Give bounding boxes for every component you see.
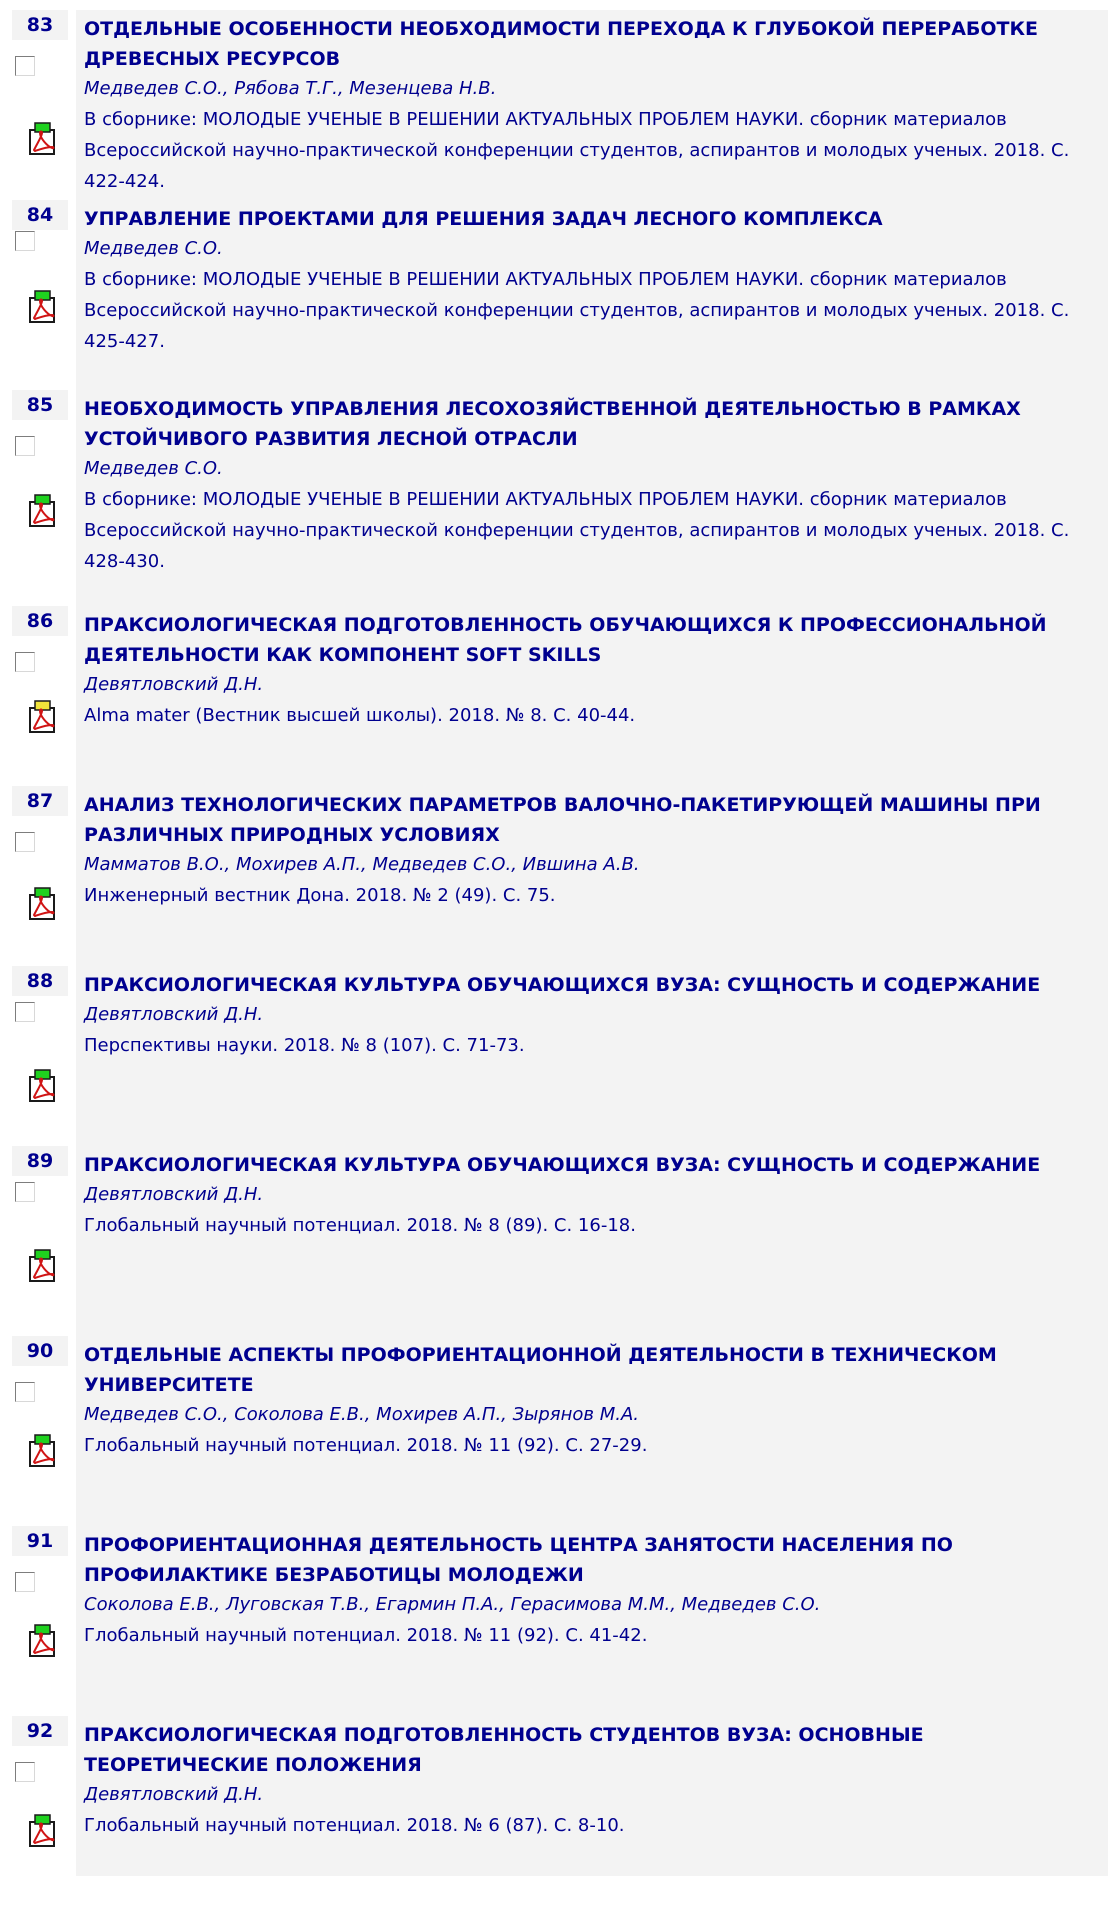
select-checkbox[interactable] [15, 652, 35, 672]
publication-entry: 83 ОТДЕЛЬНЫЕ ОСОБЕННОСТИ НЕОБХОДИМОСТИ П… [12, 10, 1108, 200]
publication-entry: 90 ОТДЕЛЬНЫЕ АСПЕКТЫ ПРОФОРИЕНТАЦИОННОЙ … [12, 1336, 1108, 1526]
entry-content: ПРАКСИОЛОГИЧЕСКАЯ КУЛЬТУРА ОБУЧАЮЩИХСЯ В… [76, 1146, 1108, 1336]
entry-controls: 87 [12, 786, 76, 966]
entry-number: 90 [12, 1336, 68, 1366]
entry-content: УПРАВЛЕНИЕ ПРОЕКТАМИ ДЛЯ РЕШЕНИЯ ЗАДАЧ Л… [76, 200, 1108, 390]
entry-number: 84 [12, 200, 68, 230]
select-checkbox[interactable] [15, 231, 35, 251]
entry-number: 92 [12, 1716, 68, 1746]
publication-entry: 88 ПРАКСИОЛОГИЧЕСКАЯ КУЛЬТУРА ОБУЧАЮЩИХС… [12, 966, 1108, 1146]
entry-number: 86 [12, 606, 68, 636]
publication-entry: 86 ПРАКСИОЛОГИЧЕСКАЯ ПОДГОТОВЛЕННОСТЬ ОБ… [12, 606, 1108, 786]
publication-entry: 89 ПРАКСИОЛОГИЧЕСКАЯ КУЛЬТУРА ОБУЧАЮЩИХС… [12, 1146, 1108, 1336]
select-checkbox[interactable] [15, 1572, 35, 1592]
pdf-icon[interactable] [28, 1069, 58, 1103]
publication-authors: Девятловский Д.Н. [84, 1784, 264, 1805]
publication-title[interactable]: ОТДЕЛЬНЫЕ ОСОБЕННОСТИ НЕОБХОДИМОСТИ ПЕРЕ… [84, 14, 1100, 74]
publication-title[interactable]: ПРАКСИОЛОГИЧЕСКАЯ КУЛЬТУРА ОБУЧАЮЩИХСЯ В… [84, 970, 1100, 1000]
publication-source: В сборнике: МОЛОДЫЕ УЧЕНЫЕ В РЕШЕНИИ АКТ… [84, 109, 1070, 192]
publication-authors: Соколова Е.В., Луговская Т.В., Егармин П… [84, 1594, 821, 1615]
publication-entry: 91 ПРОФОРИЕНТАЦИОННАЯ ДЕЯТЕЛЬНОСТЬ ЦЕНТР… [12, 1526, 1108, 1716]
pdf-icon[interactable] [28, 887, 58, 921]
select-checkbox[interactable] [15, 1382, 35, 1402]
publication-authors: Девятловский Д.Н. [84, 1184, 264, 1205]
publication-entry: 87 АНАЛИЗ ТЕХНОЛОГИЧЕСКИХ ПАРАМЕТРОВ ВАЛ… [12, 786, 1108, 966]
publication-source: Глобальный научный потенциал. 2018. № 8 … [84, 1215, 636, 1236]
entry-content: ПРАКСИОЛОГИЧЕСКАЯ КУЛЬТУРА ОБУЧАЮЩИХСЯ В… [76, 966, 1108, 1146]
select-checkbox[interactable] [15, 1002, 35, 1022]
pdf-icon[interactable] [28, 1434, 58, 1468]
entry-content: ОТДЕЛЬНЫЕ ОСОБЕННОСТИ НЕОБХОДИМОСТИ ПЕРЕ… [76, 10, 1108, 200]
entry-number: 83 [12, 10, 68, 40]
pdf-icon[interactable] [28, 290, 58, 324]
publication-authors: Девятловский Д.Н. [84, 1004, 264, 1025]
publication-title[interactable]: ПРАКСИОЛОГИЧЕСКАЯ ПОДГОТОВЛЕННОСТЬ ОБУЧА… [84, 610, 1100, 670]
select-checkbox[interactable] [15, 1762, 35, 1782]
publication-source: Инженерный вестник Дона. 2018. № 2 (49).… [84, 885, 556, 906]
publication-entry: 92 ПРАКСИОЛОГИЧЕСКАЯ ПОДГОТОВЛЕННОСТЬ СТ… [12, 1716, 1108, 1876]
publication-authors: Мамматов В.О., Мохирев А.П., Медведев С.… [84, 854, 640, 875]
entry-content: ПРАКСИОЛОГИЧЕСКАЯ ПОДГОТОВЛЕННОСТЬ ОБУЧА… [76, 606, 1108, 786]
entry-controls: 88 [12, 966, 76, 1146]
publication-title[interactable]: НЕОБХОДИМОСТЬ УПРАВЛЕНИЯ ЛЕСОХОЗЯЙСТВЕНН… [84, 394, 1100, 454]
pdf-icon[interactable] [28, 1624, 58, 1658]
publication-title[interactable]: ПРАКСИОЛОГИЧЕСКАЯ КУЛЬТУРА ОБУЧАЮЩИХСЯ В… [84, 1150, 1100, 1180]
entry-number: 88 [12, 966, 68, 996]
publication-source: Глобальный научный потенциал. 2018. № 6 … [84, 1815, 625, 1836]
publication-title[interactable]: ПРАКСИОЛОГИЧЕСКАЯ ПОДГОТОВЛЕННОСТЬ СТУДЕ… [84, 1720, 1100, 1780]
entry-controls: 89 [12, 1146, 76, 1336]
entry-number: 91 [12, 1526, 68, 1556]
publication-title[interactable]: АНАЛИЗ ТЕХНОЛОГИЧЕСКИХ ПАРАМЕТРОВ ВАЛОЧН… [84, 790, 1100, 850]
publication-title[interactable]: ПРОФОРИЕНТАЦИОННАЯ ДЕЯТЕЛЬНОСТЬ ЦЕНТРА З… [84, 1530, 1100, 1590]
publication-authors: Медведев С.О., Соколова Е.В., Мохирев А.… [84, 1404, 640, 1425]
entry-controls: 91 [12, 1526, 76, 1716]
publication-source: Перспективы науки. 2018. № 8 (107). С. 7… [84, 1035, 525, 1056]
publication-entry: 85 НЕОБХОДИМОСТЬ УПРАВЛЕНИЯ ЛЕСОХОЗЯЙСТВ… [12, 390, 1108, 606]
pdf-icon[interactable] [28, 1814, 58, 1848]
entry-controls: 85 [12, 390, 76, 606]
entry-content: НЕОБХОДИМОСТЬ УПРАВЛЕНИЯ ЛЕСОХОЗЯЙСТВЕНН… [76, 390, 1108, 606]
publication-title[interactable]: УПРАВЛЕНИЕ ПРОЕКТАМИ ДЛЯ РЕШЕНИЯ ЗАДАЧ Л… [84, 204, 1100, 234]
entry-number: 87 [12, 786, 68, 816]
select-checkbox[interactable] [15, 832, 35, 852]
publication-authors: Девятловский Д.Н. [84, 674, 264, 695]
entry-content: ОТДЕЛЬНЫЕ АСПЕКТЫ ПРОФОРИЕНТАЦИОННОЙ ДЕЯ… [76, 1336, 1108, 1526]
publication-source: В сборнике: МОЛОДЫЕ УЧЕНЫЕ В РЕШЕНИИ АКТ… [84, 489, 1070, 572]
entry-content: ПРАКСИОЛОГИЧЕСКАЯ ПОДГОТОВЛЕННОСТЬ СТУДЕ… [76, 1716, 1108, 1876]
entry-content: ПРОФОРИЕНТАЦИОННАЯ ДЕЯТЕЛЬНОСТЬ ЦЕНТРА З… [76, 1526, 1108, 1716]
publication-authors: Медведев С.О., Рябова Т.Г., Мезенцева Н.… [84, 78, 497, 99]
entry-number: 89 [12, 1146, 68, 1176]
pdf-icon[interactable] [28, 700, 58, 734]
publication-authors: Медведев С.О. [84, 458, 223, 479]
pdf-icon[interactable] [28, 494, 58, 528]
publication-source: Глобальный научный потенциал. 2018. № 11… [84, 1625, 648, 1646]
entry-controls: 84 [12, 200, 76, 390]
select-checkbox[interactable] [15, 1182, 35, 1202]
publication-source: В сборнике: МОЛОДЫЕ УЧЕНЫЕ В РЕШЕНИИ АКТ… [84, 269, 1070, 352]
publication-entry: 84 УПРАВЛЕНИЕ ПРОЕКТАМИ ДЛЯ РЕШЕНИЯ ЗАДА… [12, 200, 1108, 390]
publication-source: Глобальный научный потенциал. 2018. № 11… [84, 1435, 648, 1456]
entry-controls: 92 [12, 1716, 76, 1876]
entry-controls: 83 [12, 10, 76, 200]
publication-list: 83 ОТДЕЛЬНЫЕ ОСОБЕННОСТИ НЕОБХОДИМОСТИ П… [12, 10, 1108, 1876]
entry-controls: 86 [12, 606, 76, 786]
pdf-icon[interactable] [28, 1249, 58, 1283]
select-checkbox[interactable] [15, 56, 35, 76]
entry-content: АНАЛИЗ ТЕХНОЛОГИЧЕСКИХ ПАРАМЕТРОВ ВАЛОЧН… [76, 786, 1108, 966]
entry-number: 85 [12, 390, 68, 420]
publication-source: Alma mater (Вестник высшей школы). 2018.… [84, 705, 636, 726]
publication-authors: Медведев С.О. [84, 238, 223, 259]
pdf-icon[interactable] [28, 122, 58, 156]
entry-controls: 90 [12, 1336, 76, 1526]
select-checkbox[interactable] [15, 436, 35, 456]
publication-title[interactable]: ОТДЕЛЬНЫЕ АСПЕКТЫ ПРОФОРИЕНТАЦИОННОЙ ДЕЯ… [84, 1340, 1100, 1400]
